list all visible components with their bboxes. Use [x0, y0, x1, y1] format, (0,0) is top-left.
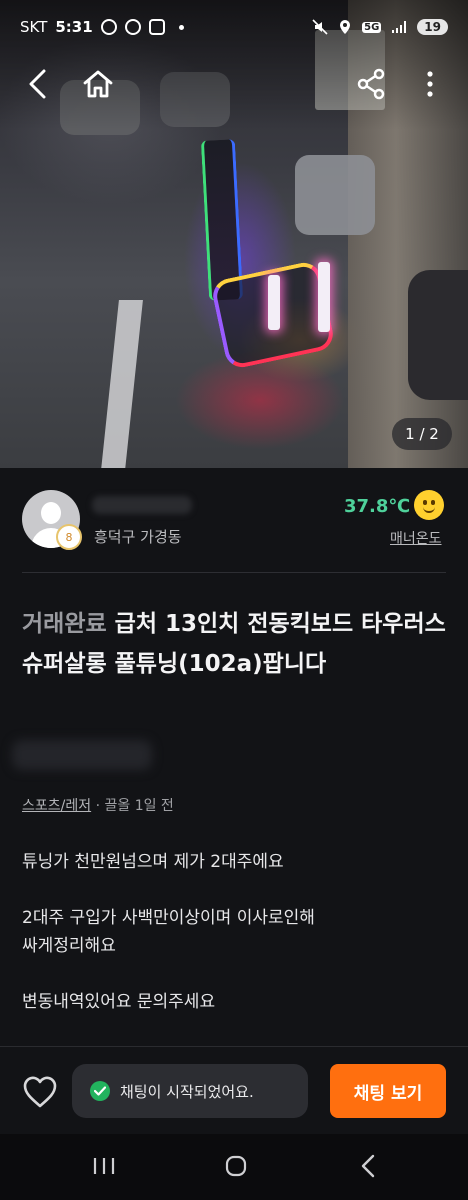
- user-badge-icon: 8: [56, 524, 82, 550]
- photo-bicycle: [408, 270, 468, 400]
- listing-meta: 스포츠/레저 · 끌올 1일 전: [22, 795, 174, 815]
- carrier-label: SKT: [20, 18, 48, 36]
- back-button[interactable]: [16, 62, 60, 106]
- listing-title: 거래완료 급처 13인치 전동킥보드 타우러스 슈퍼살롱 풀튜닝(102a)팝니…: [22, 604, 452, 684]
- image-counter: 1 / 2: [392, 418, 452, 450]
- description-line: 2대주 구입가 사백만이상이며 이사로인해: [22, 908, 315, 928]
- home-button[interactable]: [76, 62, 120, 106]
- like-button[interactable]: [22, 1075, 58, 1109]
- photo-led-post: [268, 275, 280, 330]
- status-bar: SKT 5:31 5G 19: [0, 12, 468, 42]
- toast-message: 채팅이 시작되었어요.: [120, 1082, 254, 1101]
- bump-info: · 끌올 1일 전: [95, 798, 174, 814]
- description-line: 변동내역있어요 문의주세요: [22, 992, 216, 1012]
- home-icon: [83, 70, 113, 98]
- moon-icon: [124, 19, 141, 35]
- redacted-price: [12, 740, 152, 770]
- mute-icon: [312, 19, 328, 35]
- listing-description: 튜닝가 천만원넘으며 제가 2대주에요 2대주 구입가 사백만이상이며 이사로인…: [22, 848, 452, 1044]
- instagram-icon: [148, 19, 165, 35]
- signal-icon: [392, 21, 407, 33]
- seller-location: 흥덕구 가경동: [94, 528, 182, 546]
- manner-temperature: 37.8℃: [344, 496, 411, 517]
- manner-temperature-link[interactable]: 매너온도: [390, 528, 442, 548]
- chat-started-toast: 채팅이 시작되었어요.: [72, 1064, 308, 1118]
- view-chat-button[interactable]: 채팅 보기: [330, 1064, 446, 1118]
- check-circle-icon: [90, 1081, 110, 1101]
- battery-indicator: 19: [417, 19, 448, 35]
- seller-profile[interactable]: 8 흥덕구 가경동 37.8℃ 매너온도: [0, 468, 468, 572]
- heart-icon: [23, 1076, 57, 1108]
- system-back-button[interactable]: [346, 1148, 390, 1184]
- more-vertical-icon: [427, 71, 433, 97]
- network-label: 5G: [362, 21, 382, 33]
- chevron-left-icon: [29, 69, 46, 99]
- category-link[interactable]: 스포츠/레저: [22, 798, 91, 814]
- more-notifications-icon: [178, 24, 184, 30]
- share-icon: [357, 68, 385, 100]
- photo-car: [295, 155, 375, 235]
- photo-parking-line: [101, 300, 143, 468]
- status-badge: 거래완료: [22, 611, 107, 637]
- location-icon: [340, 20, 351, 34]
- chevron-left-icon: [361, 1154, 375, 1178]
- system-navigation-bar: [0, 1134, 468, 1200]
- clock: 5:31: [55, 18, 93, 36]
- more-button[interactable]: [408, 62, 452, 106]
- system-home-button[interactable]: [214, 1148, 258, 1184]
- listing-photo[interactable]: [0, 0, 468, 468]
- share-button[interactable]: [349, 62, 393, 106]
- divider: [22, 572, 446, 573]
- photo-led-post: [318, 262, 330, 332]
- circle-home-icon: [225, 1155, 247, 1177]
- description-line: 싸게정리해요: [22, 936, 116, 956]
- smile-face-icon: [414, 490, 444, 520]
- description-line: 튜닝가 천만원넘으며 제가 2대주에요: [22, 852, 284, 872]
- seller-nickname-redacted: [92, 496, 192, 514]
- recent-apps-icon: [93, 1158, 115, 1174]
- bottom-action-bar: 채팅이 시작되었어요. 채팅 보기: [0, 1046, 468, 1134]
- moon-icon: [100, 19, 117, 35]
- recent-apps-button[interactable]: [82, 1148, 126, 1184]
